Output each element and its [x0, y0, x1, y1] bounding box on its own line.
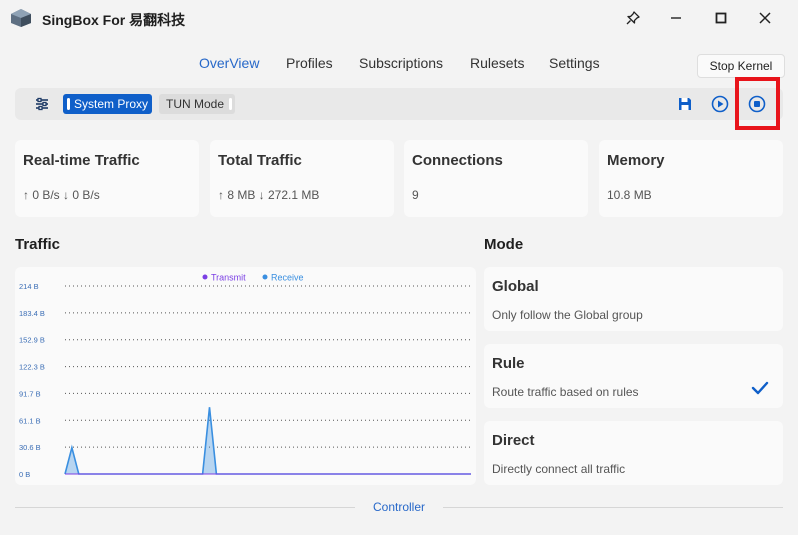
title-bar: SingBox For 易翻科技	[0, 0, 798, 36]
traffic-chart-svg: Transmit Receive 214 B 183.4 B 152.9 B 122.3 …	[19, 273, 471, 479]
mode-title: Mode	[484, 236, 524, 253]
stat-title: Connections	[412, 152, 503, 169]
save-button[interactable]	[674, 93, 696, 115]
maximize-button[interactable]	[706, 5, 736, 31]
pin-button[interactable]	[618, 5, 648, 31]
y-tick-label: 122.3 B	[19, 363, 45, 372]
app-logo-icon	[11, 9, 31, 27]
stat-card-memory: Memory 10.8 MB	[599, 140, 783, 217]
traffic-title: Traffic	[15, 236, 61, 253]
mode-option-direct[interactable]: Direct Directly connect all traffic	[484, 421, 783, 485]
minimize-button[interactable]	[661, 5, 691, 31]
mode-option-desc: Only follow the Global group	[492, 308, 643, 322]
stat-title: Memory	[607, 152, 665, 169]
save-icon	[679, 98, 691, 110]
stat-value: 10.8 MB	[607, 188, 652, 202]
legend-marker	[202, 274, 208, 280]
tab-profiles[interactable]: Profiles	[286, 55, 333, 71]
tun-mode-toggle[interactable]: TUN Mode	[159, 94, 235, 114]
maximize-icon	[715, 12, 727, 24]
checkmark-icon	[751, 381, 769, 395]
footer-divider	[15, 507, 355, 508]
highlight-box	[735, 77, 780, 130]
mode-option-desc: Directly connect all traffic	[492, 462, 626, 476]
stat-value: 9	[412, 188, 419, 202]
controller-link[interactable]: Controller	[355, 500, 443, 514]
footer-divider	[443, 507, 783, 508]
tab-rulesets[interactable]: Rulesets	[470, 55, 524, 71]
stat-value: ↑ 8 MB ↓ 272.1 MB	[218, 188, 320, 202]
mode-option-title: Global	[492, 278, 539, 295]
stat-value: ↑ 0 B/s ↓ 0 B/s	[23, 188, 100, 202]
app-title: SingBox For 易翻科技	[42, 12, 186, 28]
traffic-chart: Transmit Receive 214 B 183.4 B 152.9 B 122.3 …	[15, 267, 476, 485]
tab-overview[interactable]: OverView	[199, 55, 259, 71]
restart-kernel-button[interactable]	[709, 93, 731, 115]
legend-marker	[262, 274, 268, 280]
tab-settings[interactable]: Settings	[549, 55, 600, 71]
stat-title: Total Traffic	[218, 152, 302, 169]
mode-option-title: Direct	[492, 432, 535, 449]
close-icon	[759, 12, 771, 24]
mode-option-global[interactable]: Global Only follow the Global group	[484, 267, 783, 331]
close-button[interactable]	[750, 5, 780, 31]
legend-label: Receive	[271, 273, 304, 283]
receive-area	[65, 407, 471, 474]
play-circle-icon	[711, 95, 729, 113]
y-tick-label: 183.4 B	[19, 309, 45, 318]
tab-subscriptions[interactable]: Subscriptions	[359, 55, 443, 71]
stat-card-connections[interactable]: Connections 9	[404, 140, 588, 217]
y-tick-label: 61.1 B	[19, 416, 41, 425]
mode-option-rule[interactable]: Rule Route traffic based on rules	[484, 344, 783, 408]
proxy-toolbar: System Proxy TUN Mode	[15, 88, 783, 120]
y-tick-label: 0 B	[19, 470, 30, 479]
pin-icon	[626, 11, 640, 25]
mode-option-title: Rule	[492, 355, 525, 372]
mode-option-desc: Route traffic based on rules	[492, 385, 639, 399]
receive-line	[64, 407, 471, 475]
stat-card-realtime: Real-time Traffic ↑ 0 B/s ↓ 0 B/s	[15, 140, 199, 217]
minimize-icon	[671, 17, 681, 19]
main-nav: OverView Profiles Subscriptions Rulesets…	[0, 55, 798, 75]
stop-kernel-tooltip: Stop Kernel	[697, 54, 785, 78]
y-tick-label: 91.7 B	[19, 389, 41, 398]
stat-title: Real-time Traffic	[23, 152, 140, 169]
system-proxy-toggle[interactable]: System Proxy	[63, 94, 152, 114]
y-tick-label: 152.9 B	[19, 336, 45, 345]
legend-label: Transmit	[211, 273, 246, 283]
sliders-icon[interactable]	[33, 95, 51, 113]
y-tick-label: 30.6 B	[19, 443, 41, 452]
y-tick-label: 214 B	[19, 282, 39, 291]
stat-card-total: Total Traffic ↑ 8 MB ↓ 272.1 MB	[210, 140, 394, 217]
